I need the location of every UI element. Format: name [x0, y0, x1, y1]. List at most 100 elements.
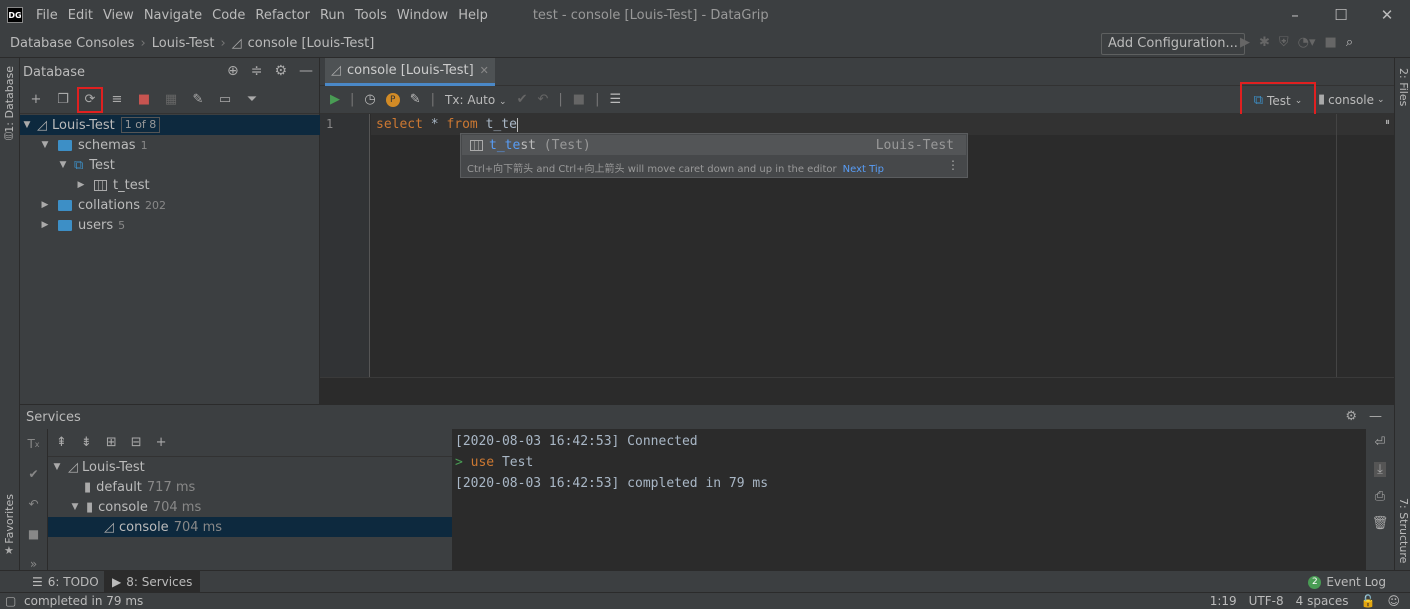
- add-configuration-button[interactable]: Add Configuration...: [1101, 33, 1245, 55]
- menu-window[interactable]: Window: [392, 8, 453, 23]
- gear-icon[interactable]: ⚙: [1345, 409, 1357, 424]
- menu-refactor[interactable]: Refactor: [250, 8, 315, 23]
- inspector-icon[interactable]: ☺: [1387, 594, 1400, 608]
- pause-icon[interactable]: ⏸: [1385, 117, 1390, 128]
- service-node-label: default: [96, 479, 142, 495]
- rollback-icon[interactable]: ↶: [537, 92, 548, 107]
- breadcrumb-item[interactable]: console [Louis-Test]: [248, 36, 375, 51]
- hide-icon[interactable]: —: [1369, 409, 1382, 424]
- filter-icon[interactable]: ⏷: [243, 91, 261, 109]
- menu-edit[interactable]: Edit: [63, 8, 98, 23]
- expand-all-icon[interactable]: ⇞: [56, 435, 67, 450]
- run-icon[interactable]: ▶: [1240, 35, 1250, 50]
- properties-icon[interactable]: ≡: [108, 91, 126, 109]
- database-tool-window-button[interactable]: 1: Database: [3, 66, 16, 133]
- wrench-icon[interactable]: ✎: [410, 92, 421, 107]
- status-toggle-icon[interactable]: ▢: [5, 594, 16, 608]
- menu-code[interactable]: Code: [207, 8, 250, 23]
- service-node-session[interactable]: ▼ ▮ console 704 ms: [48, 497, 452, 517]
- menu-help[interactable]: Help: [453, 8, 493, 23]
- close-tab-icon[interactable]: ✕: [480, 64, 489, 77]
- table-icon[interactable]: ▦: [162, 91, 180, 109]
- debug-icon[interactable]: ✱: [1259, 35, 1270, 50]
- trash-icon[interactable]: 🗑: [1372, 516, 1389, 531]
- profile-icon[interactable]: ◔▾: [1298, 35, 1316, 50]
- hide-icon[interactable]: —: [299, 63, 313, 79]
- print-icon[interactable]: ⎙: [1375, 489, 1385, 504]
- menu-view[interactable]: View: [98, 8, 139, 23]
- gear-icon[interactable]: ⚙: [274, 63, 287, 79]
- execute-icon[interactable]: ▶: [330, 92, 340, 107]
- tree-node-datasource[interactable]: ▼ ◿ Louis-Test 1 of 8: [20, 115, 320, 135]
- chevron-right-icon: ▶: [77, 180, 85, 190]
- lock-icon[interactable]: 🔓: [1361, 594, 1376, 608]
- stop-icon[interactable]: ■: [573, 92, 585, 107]
- group-icon[interactable]: ⊞: [106, 435, 117, 450]
- scroll-to-end-icon[interactable]: ⤓: [1374, 462, 1386, 477]
- copy-icon[interactable]: ❐: [54, 91, 72, 109]
- ddl-icon[interactable]: ▭: [216, 91, 234, 109]
- collapse-all-icon[interactable]: ⇟: [81, 435, 92, 450]
- tree-node-users[interactable]: ▶ users 5: [20, 215, 320, 235]
- structure-tool-window-button[interactable]: 7: Structure: [1397, 498, 1410, 563]
- service-node-datasource[interactable]: ▼ ◿ Louis-Test: [48, 457, 452, 477]
- tree-node-label: t_test: [113, 177, 150, 193]
- file-encoding[interactable]: UTF-8: [1249, 594, 1284, 608]
- right-margin-guide: [1336, 114, 1337, 377]
- locate-icon[interactable]: ⊕: [227, 63, 239, 79]
- tx-icon[interactable]: Tx: [20, 429, 47, 459]
- tab-console[interactable]: ◿ console [Louis-Test] ✕: [325, 58, 495, 86]
- services-tool-window-button[interactable]: ▶ 8: Services: [104, 571, 201, 593]
- results-layout-icon[interactable]: ☰: [609, 92, 621, 107]
- add-service-icon[interactable]: +: [156, 435, 167, 450]
- database-tree: ▼ ◿ Louis-Test 1 of 8 ▼ schemas 1 ▼ ⧉ Te…: [20, 115, 320, 235]
- session-selector[interactable]: ▮ console ⌄: [1318, 92, 1385, 107]
- coverage-icon[interactable]: ⛨: [1279, 35, 1289, 50]
- refresh-icon[interactable]: ⟳: [77, 86, 103, 113]
- soft-wrap-icon[interactable]: ⏎: [1375, 435, 1386, 450]
- tree-node-schemas[interactable]: ▼ schemas 1: [20, 135, 320, 155]
- menu-navigate[interactable]: Navigate: [139, 8, 207, 23]
- service-node-console[interactable]: ◿ console 704 ms: [48, 517, 452, 537]
- breadcrumb-item[interactable]: Database Consoles: [10, 36, 135, 51]
- folder-icon: [58, 199, 72, 211]
- menu-run[interactable]: Run: [315, 8, 350, 23]
- stop-icon[interactable]: ■: [20, 519, 47, 549]
- event-log-button[interactable]: 2 Event Log: [1300, 571, 1394, 593]
- service-node-label: console: [98, 499, 148, 515]
- next-tip-link[interactable]: Next Tip: [843, 164, 884, 175]
- session-selector-label: console: [1328, 92, 1375, 107]
- output-toolbar: ⏎ ⤓ ⎙ 🗑: [1366, 429, 1394, 570]
- tree-node-collations[interactable]: ▶ collations 202: [20, 195, 320, 215]
- tree-node-schema-test[interactable]: ▼ ⧉ Test: [20, 155, 320, 175]
- rollback-icon[interactable]: ↶: [20, 489, 47, 519]
- service-node-session[interactable]: ▮ default 717 ms: [48, 477, 452, 497]
- profile-p-icon[interactable]: P: [385, 92, 400, 107]
- tree-node-table[interactable]: ▶ t_test: [20, 175, 320, 195]
- close-icon[interactable]: ✕: [1364, 0, 1410, 30]
- maximize-icon[interactable]: ☐: [1318, 0, 1364, 30]
- tx-mode-dropdown[interactable]: Tx: Auto ⌄: [445, 93, 507, 107]
- history-icon[interactable]: ◷: [364, 92, 375, 107]
- service-node-time: 704 ms: [173, 519, 223, 535]
- minimize-icon[interactable]: –: [1272, 0, 1318, 30]
- stop-icon[interactable]: ■: [135, 91, 153, 109]
- caret-position[interactable]: 1:19: [1210, 594, 1237, 608]
- todo-tool-window-button[interactable]: ☰ 6: TODO: [24, 571, 107, 593]
- layout-icon[interactable]: ⊟: [131, 435, 142, 450]
- commit-icon[interactable]: ✔: [20, 459, 47, 489]
- breadcrumb-item[interactable]: Louis-Test: [152, 36, 215, 51]
- favorites-tool-window-button[interactable]: Favorites: [3, 494, 16, 544]
- commit-icon[interactable]: ✔: [517, 92, 528, 107]
- files-tool-window-button[interactable]: 2: Files: [1397, 68, 1410, 106]
- more-icon[interactable]: ⋮: [947, 158, 959, 172]
- stop-icon[interactable]: ■: [1325, 35, 1337, 50]
- indent-setting[interactable]: 4 spaces: [1296, 594, 1349, 608]
- collapse-all-icon[interactable]: ≑: [251, 63, 263, 79]
- completion-item[interactable]: t_te st (Test) Louis-Test: [462, 135, 966, 155]
- search-icon[interactable]: ⌕: [1346, 35, 1353, 50]
- menu-file[interactable]: File: [31, 8, 63, 23]
- edit-icon[interactable]: ✎: [189, 91, 207, 109]
- add-icon[interactable]: +: [27, 91, 45, 109]
- menu-tools[interactable]: Tools: [350, 8, 392, 23]
